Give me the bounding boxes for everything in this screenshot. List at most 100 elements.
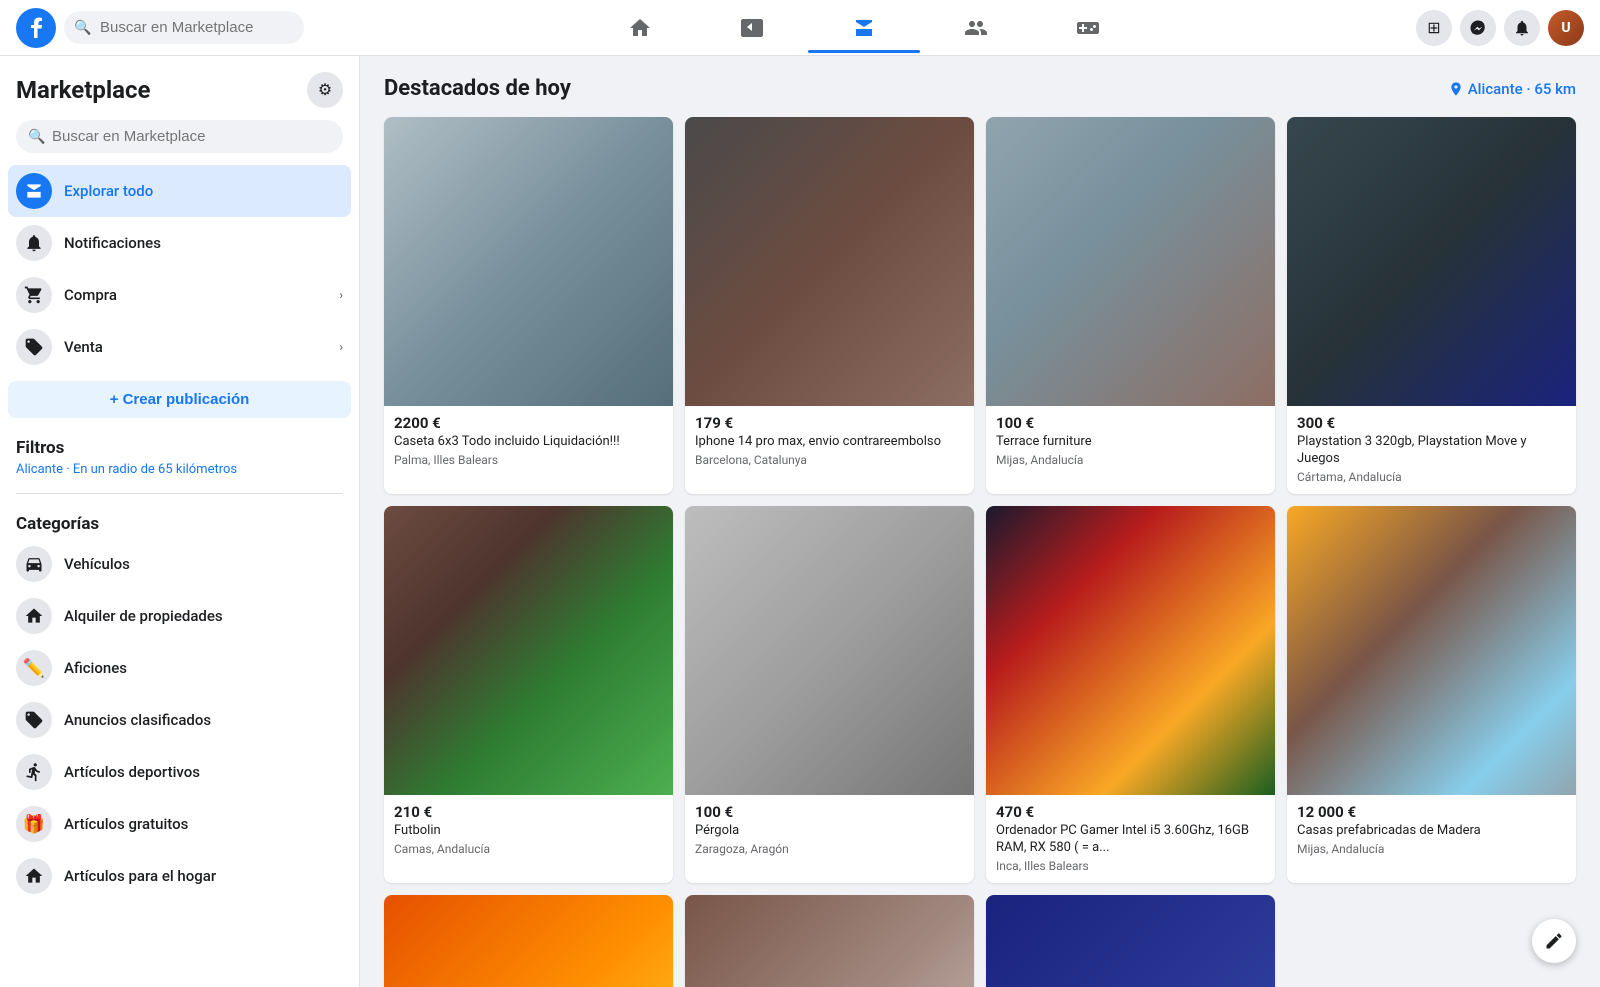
nav-gaming-button[interactable] <box>1032 4 1144 52</box>
product-price-p4: 300 € <box>1297 414 1566 432</box>
product-image-p1 <box>384 117 673 406</box>
top-nav-right: ⊞ U <box>1416 10 1584 46</box>
explore-icon <box>16 173 52 209</box>
notifications-button[interactable] <box>1504 10 1540 46</box>
product-info-p4: 300 € Playstation 3 320gb, Playstation M… <box>1287 406 1576 494</box>
product-card-p9[interactable] <box>384 895 673 987</box>
sidebar-item-classifieds[interactable]: Anuncios clasificados <box>8 694 351 746</box>
main-content: Destacados de hoy Alicante · 65 km 2200 … <box>360 56 1600 987</box>
product-price-p6: 100 € <box>695 803 964 821</box>
product-location-p2: Barcelona, Catalunya <box>695 453 964 467</box>
nav-home-button[interactable] <box>584 4 696 52</box>
sidebar-item-explore-label: Explorar todo <box>64 182 153 200</box>
sidebar-item-vehicles[interactable]: Vehículos <box>8 538 351 590</box>
product-location-p5: Camas, Andalucía <box>394 842 663 856</box>
sports-icon <box>16 754 52 790</box>
sidebar-item-classifieds-label: Anuncios clasificados <box>64 711 211 729</box>
apps-button[interactable]: ⊞ <box>1416 10 1452 46</box>
location-badge[interactable]: Alicante · 65 km <box>1448 80 1576 98</box>
top-nav-center <box>312 4 1416 52</box>
categories-title: Categorías <box>8 502 351 538</box>
product-info-p3: 100 € Terrace furniture Mijas, Andalucía <box>986 406 1275 477</box>
product-price-p1: 2200 € <box>394 414 663 432</box>
product-card-p3[interactable]: 100 € Terrace furniture Mijas, Andalucía <box>986 117 1275 494</box>
main-header: Destacados de hoy Alicante · 65 km <box>384 76 1576 101</box>
classifieds-icon <box>16 702 52 738</box>
product-info-p7: 470 € Ordenador PC Gamer Intel i5 3.60Gh… <box>986 795 1275 883</box>
settings-button[interactable]: ⚙ <box>307 72 343 108</box>
sidebar-search-input[interactable] <box>16 120 343 153</box>
product-location-p6: Zaragoza, Aragón <box>695 842 964 856</box>
product-card-p8[interactable]: 12 000 € Casas prefabricadas de Madera M… <box>1287 506 1576 883</box>
sidebar-item-free[interactable]: 🎁 Artículos gratuitos <box>8 798 351 850</box>
sidebar-item-free-label: Artículos gratuitos <box>64 815 188 833</box>
nav-groups-button[interactable] <box>920 4 1032 52</box>
product-image-p8 <box>1287 506 1576 795</box>
product-image-p5 <box>384 506 673 795</box>
compra-icon <box>16 277 52 313</box>
sidebar-item-compra-label: Compra <box>64 286 117 304</box>
sidebar-item-home-items-label: Artículos para el hogar <box>64 867 216 885</box>
location-text: Alicante · 65 km <box>1468 80 1576 98</box>
sidebar-item-hobbies[interactable]: ✏️ Aficiones <box>8 642 351 694</box>
nav-video-button[interactable] <box>696 4 808 52</box>
product-card-p11[interactable] <box>986 895 1275 987</box>
top-search-input[interactable] <box>64 11 304 44</box>
edit-fab-button[interactable] <box>1532 919 1576 963</box>
product-card-p5[interactable]: 210 € Futbolin Camas, Andalucía <box>384 506 673 883</box>
sidebar-item-hobbies-label: Aficiones <box>64 659 127 677</box>
sidebar-item-rentals-label: Alquiler de propiedades <box>64 607 223 625</box>
product-image-p9 <box>384 895 673 987</box>
product-image-p2 <box>685 117 974 406</box>
sidebar-item-rentals[interactable]: Alquiler de propiedades <box>8 590 351 642</box>
product-location-p8: Mijas, Andalucía <box>1297 842 1566 856</box>
facebook-logo[interactable] <box>16 8 56 48</box>
sidebar-item-notifications[interactable]: Notificaciones <box>8 217 351 269</box>
top-search-icon: 🔍 <box>74 20 91 36</box>
sidebar-header: Marketplace ⚙ <box>8 68 351 116</box>
location-icon <box>1448 81 1464 97</box>
sidebar-item-sports[interactable]: Artículos deportivos <box>8 746 351 798</box>
product-name-p5: Futbolin <box>394 823 663 840</box>
product-name-p7: Ordenador PC Gamer Intel i5 3.60Ghz, 16G… <box>996 823 1265 857</box>
product-image-p11 <box>986 895 1275 987</box>
filters-title: Filtros <box>8 426 351 462</box>
sidebar-item-vehicles-label: Vehículos <box>64 555 130 573</box>
sidebar: Marketplace ⚙ 🔍 Explorar todo Notificaci… <box>0 56 360 987</box>
product-card-p6[interactable]: 100 € Pérgola Zaragoza, Aragón <box>685 506 974 883</box>
sidebar-item-compra[interactable]: Compra › <box>8 269 351 321</box>
sidebar-item-sports-label: Artículos deportivos <box>64 763 200 781</box>
avatar[interactable]: U <box>1548 10 1584 46</box>
top-navigation: 🔍 ⊞ U <box>0 0 1600 56</box>
sidebar-item-explore[interactable]: Explorar todo <box>8 165 351 217</box>
product-image-p3 <box>986 117 1275 406</box>
product-name-p8: Casas prefabricadas de Madera <box>1297 823 1566 840</box>
product-location-p4: Cártama, Andalucía <box>1297 470 1566 484</box>
product-image-p4 <box>1287 117 1576 406</box>
edit-icon <box>1544 931 1564 951</box>
top-search-wrap: 🔍 <box>64 11 304 44</box>
create-publication-button[interactable]: + Crear publicación <box>8 381 351 418</box>
sidebar-item-venta[interactable]: Venta › <box>8 321 351 373</box>
home-items-icon <box>16 858 52 894</box>
product-name-p2: Iphone 14 pro max, envio contrareembolso <box>695 434 964 451</box>
product-card-p2[interactable]: 179 € Iphone 14 pro max, envio contraree… <box>685 117 974 494</box>
sidebar-divider-1 <box>16 493 343 494</box>
product-info-p6: 100 € Pérgola Zaragoza, Aragón <box>685 795 974 866</box>
product-card-p10[interactable] <box>685 895 974 987</box>
product-card-p1[interactable]: 2200 € Caseta 6x3 Todo incluido Liquidac… <box>384 117 673 494</box>
free-icon: 🎁 <box>16 806 52 842</box>
sidebar-search-icon: 🔍 <box>28 129 45 145</box>
product-price-p3: 100 € <box>996 414 1265 432</box>
sidebar-item-home-items[interactable]: Artículos para el hogar <box>8 850 351 902</box>
rentals-icon <box>16 598 52 634</box>
filter-location-link[interactable]: Alicante · En un radio de 65 kilómetros <box>8 462 351 489</box>
product-card-p4[interactable]: 300 € Playstation 3 320gb, Playstation M… <box>1287 117 1576 494</box>
messenger-button[interactable] <box>1460 10 1496 46</box>
product-card-p7[interactable]: 470 € Ordenador PC Gamer Intel i5 3.60Gh… <box>986 506 1275 883</box>
sidebar-item-notifications-label: Notificaciones <box>64 234 161 252</box>
product-image-p10 <box>685 895 974 987</box>
main-layout: Marketplace ⚙ 🔍 Explorar todo Notificaci… <box>0 56 1600 987</box>
nav-marketplace-button[interactable] <box>808 4 920 52</box>
product-location-p3: Mijas, Andalucía <box>996 453 1265 467</box>
